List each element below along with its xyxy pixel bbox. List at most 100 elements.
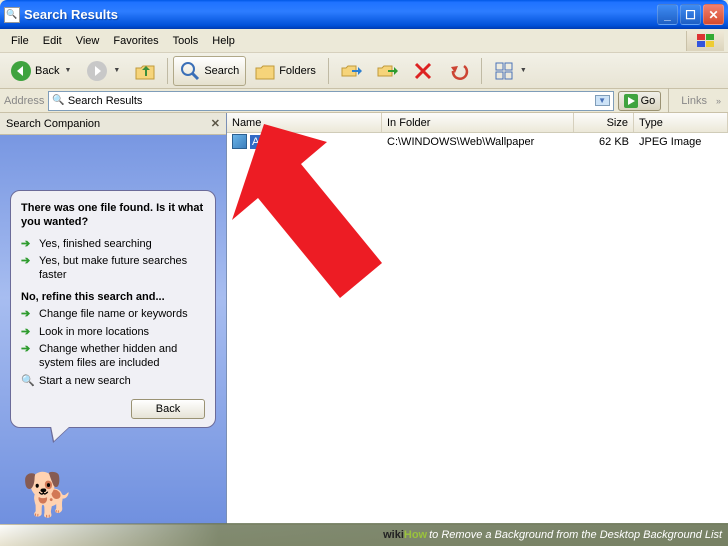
- close-button[interactable]: ✕: [703, 4, 724, 25]
- file-row[interactable]: Ascent C:\WINDOWS\Web\Wallpaper 62 KB JP…: [227, 133, 728, 150]
- back-button[interactable]: Back ▼: [4, 56, 78, 86]
- toolbar-separator: [668, 88, 669, 114]
- watermark: wikiHow to Remove a Background from the …: [0, 523, 728, 546]
- arrow-right-icon: ➔: [21, 326, 34, 340]
- file-type: JPEG Image: [634, 136, 728, 148]
- menu-edit[interactable]: Edit: [36, 32, 69, 50]
- search-label: Search: [204, 65, 239, 77]
- undo-button[interactable]: [442, 56, 476, 86]
- search-icon: [179, 60, 201, 82]
- views-icon: [493, 60, 515, 82]
- menu-favorites[interactable]: Favorites: [106, 32, 165, 50]
- search-companion-panel: Search Companion ✕ There was one file fo…: [0, 113, 227, 524]
- search-button[interactable]: Search: [173, 56, 246, 86]
- panel-header: Search Companion ✕: [0, 113, 226, 135]
- delete-button[interactable]: [406, 56, 440, 86]
- search-dog-icon[interactable]: 🐕: [22, 471, 74, 520]
- go-icon: [624, 94, 638, 108]
- watermark-brand: wikiHow: [383, 529, 427, 541]
- option-label: Change file name or keywords: [39, 308, 188, 322]
- go-button[interactable]: Go: [618, 91, 662, 111]
- search-results-icon: 🔍: [4, 7, 20, 23]
- back-icon: [10, 60, 32, 82]
- panel-close-icon[interactable]: ✕: [211, 117, 220, 130]
- go-label: Go: [641, 95, 656, 107]
- views-button[interactable]: ▼: [487, 56, 533, 86]
- address-field[interactable]: 🔍 Search Results ▼: [48, 91, 613, 111]
- folders-button[interactable]: Folders: [248, 56, 323, 86]
- address-value: Search Results: [68, 95, 143, 107]
- file-rows: Ascent C:\WINDOWS\Web\Wallpaper 62 KB JP…: [227, 133, 728, 524]
- file-list-area: Name In Folder Size Type Ascent C:\WINDO…: [227, 113, 728, 524]
- arrow-right-icon: ➔: [21, 255, 34, 269]
- search-icon: 🔍: [21, 375, 34, 389]
- chevron-right-icon[interactable]: »: [716, 96, 724, 106]
- move-to-button[interactable]: [334, 56, 368, 86]
- option-finished[interactable]: ➔Yes, finished searching: [21, 236, 205, 254]
- option-label: Yes, but make future searches faster: [39, 255, 205, 283]
- arrow-right-icon: ➔: [21, 343, 34, 357]
- menu-file[interactable]: File: [4, 32, 36, 50]
- balloon-question: There was one file found. Is it what you…: [21, 201, 205, 230]
- column-type[interactable]: Type: [634, 113, 728, 132]
- links-label[interactable]: Links: [676, 95, 712, 107]
- toolbar-separator: [328, 58, 329, 84]
- window-title: Search Results: [24, 7, 657, 22]
- option-hidden-system[interactable]: ➔ Change whether hidden and system files …: [21, 341, 205, 373]
- option-change-name[interactable]: ➔ Change file name or keywords: [21, 306, 205, 324]
- back-button[interactable]: Back: [131, 399, 205, 419]
- chevron-down-icon: ▼: [520, 67, 527, 74]
- minimize-button[interactable]: _: [657, 4, 678, 25]
- option-faster[interactable]: ➔ Yes, but make future searches faster: [21, 253, 205, 285]
- column-name[interactable]: Name: [227, 113, 382, 132]
- forward-icon: [86, 60, 108, 82]
- toolbar-separator: [167, 58, 168, 84]
- forward-button[interactable]: ▼: [80, 56, 126, 86]
- menu-help[interactable]: Help: [205, 32, 242, 50]
- panel-title: Search Companion: [6, 118, 211, 130]
- chevron-down-icon: ▼: [113, 67, 120, 74]
- toolbar-separator: [481, 58, 482, 84]
- window-controls: _ ☐ ✕: [657, 4, 724, 25]
- content-area: Search Companion ✕ There was one file fo…: [0, 113, 728, 524]
- refine-heading: No, refine this search and...: [21, 291, 205, 303]
- chevron-down-icon: ▼: [64, 67, 71, 74]
- address-bar: Address 🔍 Search Results ▼ Go Links »: [0, 89, 728, 113]
- address-label: Address: [4, 95, 44, 107]
- move-to-icon: [340, 60, 362, 82]
- dropdown-icon[interactable]: ▼: [595, 95, 610, 106]
- search-results-icon: 🔍: [52, 95, 64, 106]
- option-label: Look in more locations: [39, 326, 149, 340]
- window-titlebar: 🔍 Search Results _ ☐ ✕: [0, 0, 728, 29]
- column-folder[interactable]: In Folder: [382, 113, 574, 132]
- menu-tools[interactable]: Tools: [166, 32, 206, 50]
- folders-label: Folders: [279, 65, 316, 77]
- undo-icon: [448, 60, 470, 82]
- option-new-search[interactable]: 🔍 Start a new search: [21, 373, 205, 391]
- menu-view[interactable]: View: [69, 32, 107, 50]
- folder-up-icon: [134, 60, 156, 82]
- back-label: Back: [156, 403, 180, 415]
- copy-to-button[interactable]: [370, 56, 404, 86]
- maximize-button[interactable]: ☐: [680, 4, 701, 25]
- file-folder: C:\WINDOWS\Web\Wallpaper: [382, 136, 574, 148]
- option-label: Change whether hidden and system files a…: [39, 343, 205, 371]
- up-button[interactable]: [128, 56, 162, 86]
- toolbar: Back ▼ ▼ Search Folders ▼: [0, 53, 728, 89]
- option-label: Start a new search: [39, 375, 131, 389]
- watermark-text: to Remove a Background from the Desktop …: [429, 529, 722, 541]
- back-label: Back: [35, 65, 59, 77]
- delete-icon: [412, 60, 434, 82]
- column-headers: Name In Folder Size Type: [227, 113, 728, 133]
- copy-to-icon: [376, 60, 398, 82]
- column-size[interactable]: Size: [574, 113, 634, 132]
- image-file-icon: [232, 134, 247, 149]
- file-size: 62 KB: [574, 136, 634, 148]
- search-balloon: There was one file found. Is it what you…: [10, 190, 216, 428]
- option-more-locations[interactable]: ➔ Look in more locations: [21, 324, 205, 342]
- menu-bar: File Edit View Favorites Tools Help: [0, 29, 728, 53]
- arrow-right-icon: ➔: [21, 308, 34, 322]
- file-name: Ascent: [250, 135, 288, 149]
- arrow-right-icon: ➔: [21, 238, 34, 252]
- windows-flag-icon[interactable]: [686, 31, 724, 51]
